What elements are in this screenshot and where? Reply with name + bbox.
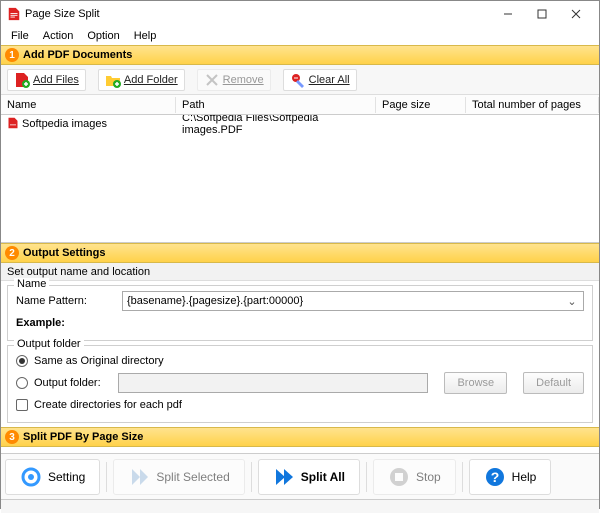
section-number-icon: 2 bbox=[5, 246, 19, 260]
name-legend: Name bbox=[14, 278, 49, 290]
setting-label: Setting bbox=[48, 470, 85, 484]
menu-help[interactable]: Help bbox=[128, 29, 163, 43]
section-number-icon: 3 bbox=[5, 430, 19, 444]
same-dir-label[interactable]: Same as Original directory bbox=[34, 355, 164, 367]
add-files-button[interactable]: Add Files bbox=[7, 69, 86, 91]
folder-legend: Output folder bbox=[14, 338, 84, 350]
col-totalpages[interactable]: Total number of pages bbox=[466, 97, 599, 113]
pdf-file-icon bbox=[7, 117, 19, 132]
titlebar: Page Size Split bbox=[1, 1, 599, 27]
action-bar: Setting Split Selected Split All Stop ? … bbox=[1, 453, 599, 499]
folder-add-icon bbox=[105, 72, 121, 88]
section-add-title: Add PDF Documents bbox=[23, 49, 132, 61]
radio-output-folder[interactable] bbox=[16, 377, 28, 389]
browse-button[interactable]: Browse bbox=[444, 372, 507, 394]
remove-button[interactable]: Remove bbox=[197, 69, 271, 91]
col-pagesize[interactable]: Page size bbox=[376, 97, 466, 113]
split-selected-label: Split Selected bbox=[156, 470, 229, 484]
name-fieldset: Name Name Pattern: {basename}.{pagesize}… bbox=[7, 285, 593, 341]
app-icon bbox=[7, 7, 21, 21]
stop-label: Stop bbox=[416, 470, 441, 484]
add-folder-button[interactable]: Add Folder bbox=[98, 69, 185, 91]
file-table-header: Name Path Page size Total number of page… bbox=[1, 95, 599, 115]
clear-all-button[interactable]: Clear All bbox=[283, 69, 357, 91]
setting-button[interactable]: Setting bbox=[5, 459, 100, 495]
remove-label: Remove bbox=[223, 74, 264, 86]
pdf-add-icon bbox=[14, 72, 30, 88]
split-all-button[interactable]: Split All bbox=[258, 459, 360, 495]
output-subtitle: Set output name and location bbox=[1, 263, 599, 281]
window-title: Page Size Split bbox=[25, 8, 491, 20]
stop-icon bbox=[388, 466, 410, 488]
clear-icon bbox=[290, 72, 306, 88]
help-icon: ? bbox=[484, 466, 506, 488]
split-all-label: Split All bbox=[301, 470, 345, 484]
play-all-icon bbox=[273, 466, 295, 488]
minimize-button[interactable] bbox=[491, 3, 525, 25]
section-split-header: 3 Split PDF By Page Size bbox=[1, 427, 599, 447]
section-split-title: Split PDF By Page Size bbox=[23, 431, 143, 443]
radio-same-dir[interactable] bbox=[16, 355, 28, 367]
row-path: C:\Softpedia Files\Softpedia images.PDF bbox=[182, 115, 370, 136]
pattern-label: Name Pattern: bbox=[16, 295, 116, 307]
section-number-icon: 1 bbox=[5, 48, 19, 62]
col-path[interactable]: Path bbox=[176, 97, 376, 113]
create-dirs-label[interactable]: Create directories for each pdf bbox=[34, 399, 182, 411]
section-add-header: 1 Add PDF Documents bbox=[1, 45, 599, 65]
split-selected-button[interactable]: Split Selected bbox=[113, 459, 244, 495]
pattern-value: {basename}.{pagesize}.{part:00000} bbox=[127, 295, 303, 307]
menubar: File Action Option Help bbox=[1, 27, 599, 45]
col-name[interactable]: Name bbox=[1, 97, 176, 113]
table-row[interactable]: Softpedia images C:\Softpedia Files\Soft… bbox=[1, 115, 599, 133]
close-button[interactable] bbox=[559, 3, 593, 25]
play-icon bbox=[128, 466, 150, 488]
remove-icon bbox=[204, 72, 220, 88]
menu-file[interactable]: File bbox=[5, 29, 35, 43]
row-name: Softpedia images bbox=[22, 118, 107, 130]
gear-icon bbox=[20, 466, 42, 488]
output-folder-fieldset: Output folder Same as Original directory… bbox=[7, 345, 593, 423]
add-toolbar: Add Files Add Folder Remove Clear All bbox=[1, 65, 599, 95]
help-label: Help bbox=[512, 470, 537, 484]
file-list[interactable]: Softpedia images C:\Softpedia Files\Soft… bbox=[1, 115, 599, 243]
section-output-header: 2 Output Settings bbox=[1, 243, 599, 263]
output-folder-input[interactable] bbox=[118, 373, 428, 393]
add-folder-label: Add Folder bbox=[124, 74, 178, 86]
add-files-label: Add Files bbox=[33, 74, 79, 86]
status-bar bbox=[1, 499, 599, 513]
clear-all-label: Clear All bbox=[309, 74, 350, 86]
svg-text:?: ? bbox=[490, 469, 499, 485]
default-button[interactable]: Default bbox=[523, 372, 584, 394]
help-button[interactable]: ? Help bbox=[469, 459, 552, 495]
output-folder-label[interactable]: Output folder: bbox=[34, 377, 112, 389]
name-pattern-select[interactable]: {basename}.{pagesize}.{part:00000} ⌄ bbox=[122, 291, 584, 311]
section-output-title: Output Settings bbox=[23, 247, 106, 259]
menu-option[interactable]: Option bbox=[81, 29, 125, 43]
menu-action[interactable]: Action bbox=[37, 29, 80, 43]
chevron-down-icon: ⌄ bbox=[565, 295, 579, 308]
example-label: Example: bbox=[16, 317, 116, 329]
stop-button[interactable]: Stop bbox=[373, 459, 456, 495]
maximize-button[interactable] bbox=[525, 3, 559, 25]
checkbox-create-dirs[interactable] bbox=[16, 399, 28, 411]
